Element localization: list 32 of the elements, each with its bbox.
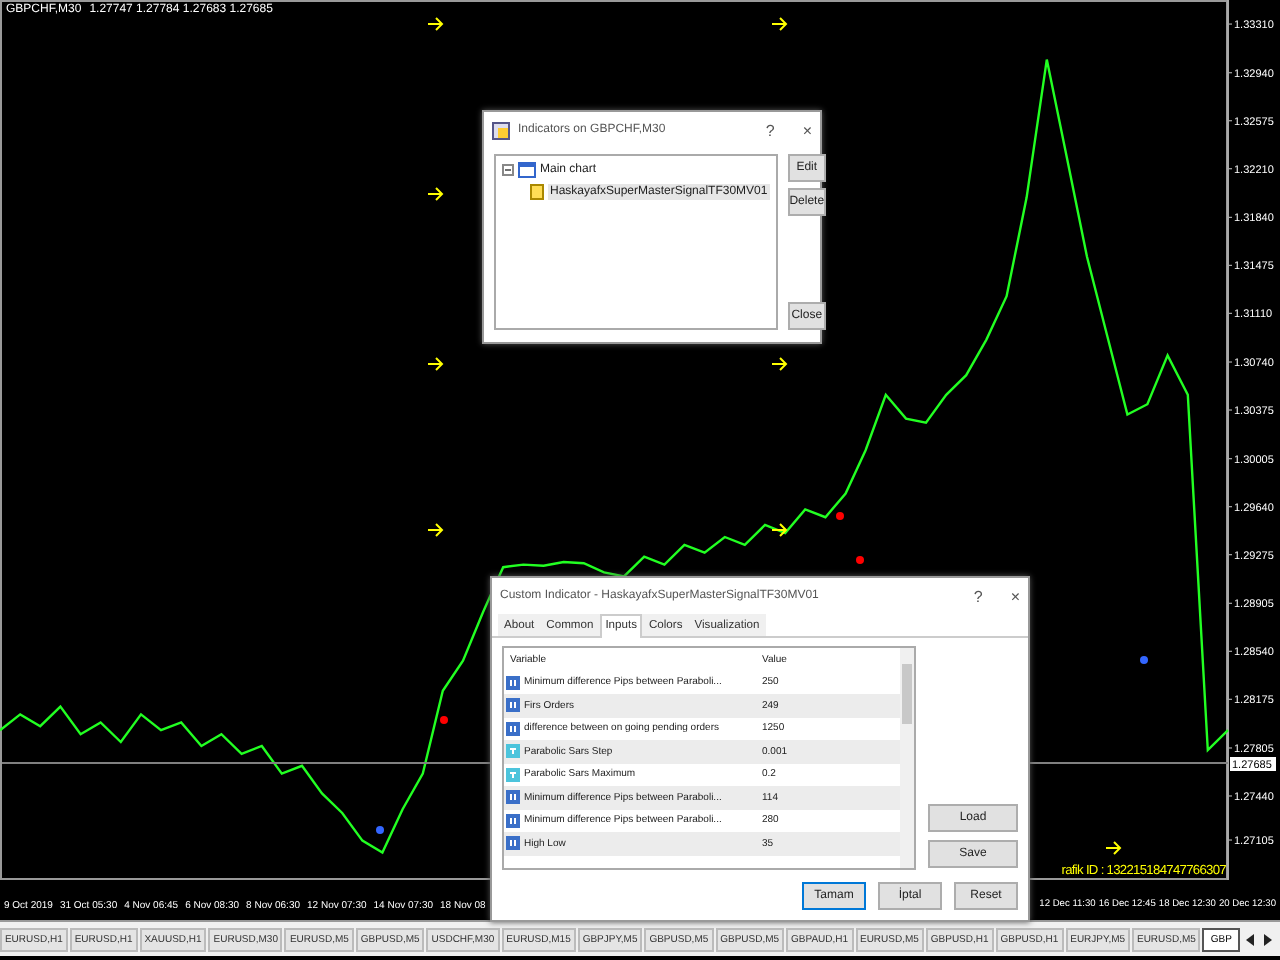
scrollbar[interactable] — [900, 648, 914, 868]
decimal-type-icon — [506, 744, 520, 759]
integer-type-icon — [506, 698, 520, 713]
signal-dot-icon — [376, 826, 384, 834]
signal-dot-icon — [440, 716, 448, 724]
arrow-icon — [427, 187, 444, 201]
integer-type-icon — [506, 675, 520, 690]
indicator-file-icon — [530, 184, 544, 200]
arrow-icon — [427, 523, 444, 537]
arrow-icon — [427, 17, 444, 31]
close-button[interactable]: × — [1010, 587, 1020, 605]
arrow-icon — [771, 17, 788, 31]
signal-dot-icon — [836, 512, 844, 520]
arrow-icon — [1105, 841, 1122, 855]
help-button[interactable]: ? — [765, 121, 775, 139]
indicator-window-icon — [492, 121, 510, 139]
scroll-right-icon[interactable] — [1259, 931, 1276, 947]
signal-dot-icon — [1140, 656, 1148, 664]
integer-type-icon — [506, 790, 520, 805]
arrow-icon — [427, 357, 444, 371]
scroll-left-icon[interactable] — [1241, 931, 1258, 947]
close-button[interactable]: × — [802, 121, 812, 139]
integer-type-icon — [506, 721, 520, 736]
arrow-icon — [771, 357, 788, 371]
decimal-type-icon — [506, 767, 520, 782]
help-button[interactable]: ? — [973, 587, 983, 605]
signal-dot-icon — [856, 556, 864, 564]
collapse-icon[interactable] — [502, 164, 514, 176]
integer-type-icon — [506, 836, 520, 851]
chart-window-icon — [518, 162, 536, 178]
arrow-icon — [771, 523, 788, 537]
integer-type-icon — [506, 813, 520, 828]
